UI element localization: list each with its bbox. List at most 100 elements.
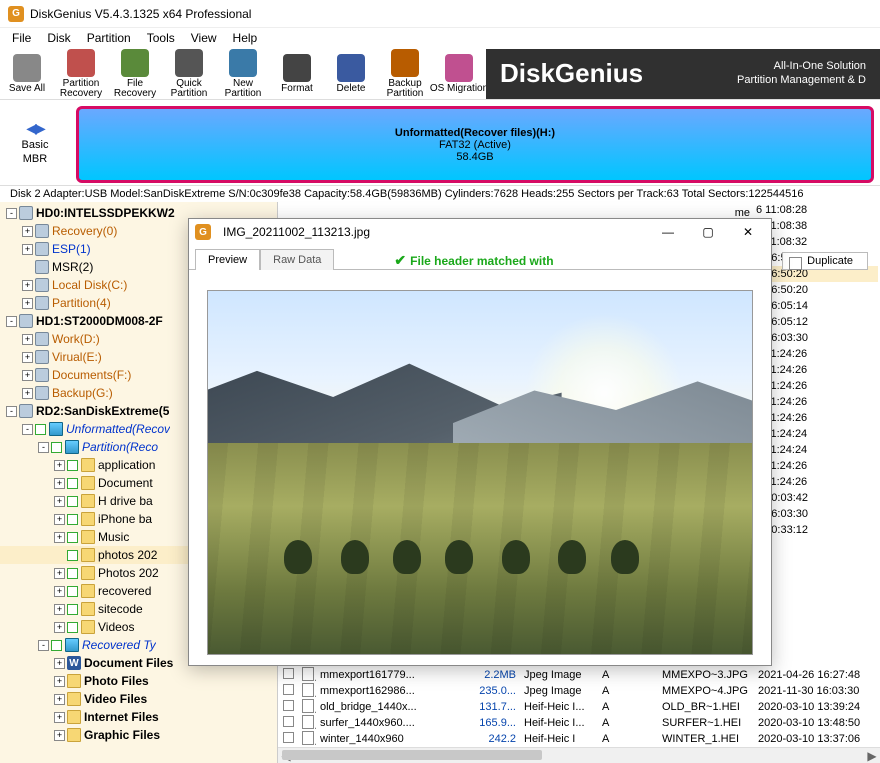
file-row[interactable]: old_bridge_1440x...131.7...Heif-Heic I..… [278,699,880,715]
partition-recovery-button[interactable]: Partition Recovery [54,49,108,99]
nav-arrows[interactable]: ◀▶ [26,120,44,137]
row-checkbox[interactable] [283,732,294,743]
os-migration-button[interactable]: OS Migration [432,49,486,99]
expand-icon[interactable]: + [22,226,33,237]
tree-item[interactable]: +Video Files [0,690,277,708]
preview-image [207,290,753,655]
file-type: Jpeg Image [520,669,598,681]
expand-icon[interactable]: + [54,730,65,741]
tree-item[interactable]: +Photo Files [0,672,277,690]
expand-icon[interactable]: + [54,712,65,723]
close-button[interactable]: ✕ [731,222,765,242]
file-row[interactable]: mmexport162986...235.0...Jpeg ImageAMMEX… [278,683,880,699]
tree-label: Documents(F:) [52,368,131,382]
tree-checkbox[interactable] [67,496,78,507]
file-shortname: SURFER~1.HEI [658,717,754,729]
save-all-icon [13,54,41,82]
expand-icon[interactable]: + [54,568,65,579]
menu-tools[interactable]: Tools [141,29,181,47]
expand-icon[interactable]: + [22,370,33,381]
tree-checkbox[interactable] [67,514,78,525]
folder-icon [81,494,95,508]
menu-view[interactable]: View [185,29,223,47]
menu-partition[interactable]: Partition [81,29,137,47]
tree-checkbox[interactable] [67,622,78,633]
format-button[interactable]: Format [270,49,324,99]
file-recovery-button[interactable]: File Recovery [108,49,162,99]
expand-icon[interactable]: + [22,334,33,345]
expand-icon[interactable]: - [6,406,17,417]
folder-icon [67,674,81,688]
expand-icon[interactable]: + [54,658,65,669]
tree-label: Internet Files [84,710,159,724]
tree-checkbox[interactable] [35,424,46,435]
file-name: winter_1440x960 [316,733,466,745]
partition-block[interactable]: Unformatted(Recover files)(H:) FAT32 (Ac… [76,106,874,183]
tree-label: Unformatted(Recov [66,422,170,436]
expand-icon[interactable]: - [6,316,17,327]
tree-item[interactable]: +Graphic Files [0,726,277,744]
minimize-button[interactable]: — [651,222,685,242]
row-checkbox[interactable] [283,700,294,711]
expand-icon[interactable]: + [54,622,65,633]
expand-icon[interactable]: + [54,676,65,687]
tree-label: sitecode [98,602,143,616]
expand-icon[interactable]: + [22,280,33,291]
delete-button[interactable]: Delete [324,49,378,99]
expand-icon[interactable]: + [54,532,65,543]
backup-partition-button[interactable]: Backup Partition [378,49,432,99]
row-checkbox[interactable] [283,684,294,695]
tree-checkbox[interactable] [67,478,78,489]
scroll-right-icon[interactable]: ▶ [864,748,880,763]
expand-icon[interactable]: + [54,460,65,471]
tree-checkbox[interactable] [51,640,62,651]
expand-icon[interactable]: + [54,694,65,705]
duplicate-button[interactable]: Duplicate [782,252,868,270]
tree-checkbox[interactable] [67,604,78,615]
save-all-button[interactable]: Save All [0,49,54,99]
expand-icon[interactable]: + [22,244,33,255]
expand-icon[interactable]: + [54,604,65,615]
quick-partition-button[interactable]: Quick Partition [162,49,216,99]
folder-icon [81,458,95,472]
preview-body [189,269,771,665]
menu-file[interactable]: File [6,29,37,47]
date-cell[interactable]: 6 11:08:28 [752,202,878,218]
scroll-thumb[interactable] [282,750,542,760]
expand-icon[interactable]: + [22,388,33,399]
expand-icon[interactable]: - [22,424,33,435]
file-recovery-icon [121,49,149,77]
expand-icon[interactable]: + [54,478,65,489]
menu-disk[interactable]: Disk [41,29,76,47]
preview-titlebar[interactable]: G IMG_20211002_113213.jpg — ▢ ✕ [189,219,771,245]
menu-help[interactable]: Help [227,29,264,47]
file-row[interactable]: mmexport161779...2.2MBJpeg ImageAMMEXPO~… [278,667,880,683]
expand-icon[interactable]: - [38,640,49,651]
tab-raw-data[interactable]: Raw Data [260,249,334,270]
horizontal-scrollbar[interactable]: ◀ ▶ [278,747,880,763]
row-checkbox[interactable] [283,668,294,679]
tree-checkbox[interactable] [67,586,78,597]
tab-preview[interactable]: Preview [195,249,260,270]
tree-checkbox[interactable] [67,550,78,561]
tree-item[interactable]: + Internet Files [0,708,277,726]
file-row[interactable]: surfer_1440x960....165.9...Heif-Heic I..… [278,715,880,731]
expand-icon[interactable]: + [22,298,33,309]
expand-icon[interactable]: - [38,442,49,453]
expand-icon[interactable]: + [54,586,65,597]
file-type: Heif-Heic I... [520,701,598,713]
file-row[interactable]: winter_1440x960242.2Heif-Heic IAWINTER_1… [278,731,880,747]
tree-checkbox[interactable] [67,532,78,543]
new-partition-button[interactable]: New Partition [216,49,270,99]
tree-checkbox[interactable] [51,442,62,453]
row-checkbox[interactable] [283,716,294,727]
check-icon: ✔ [394,252,406,269]
tree-checkbox[interactable] [67,460,78,471]
maximize-button[interactable]: ▢ [691,222,725,242]
expand-icon[interactable]: - [6,208,17,219]
expand-icon[interactable]: + [54,496,65,507]
tree-label: H drive ba [98,494,153,508]
expand-icon[interactable]: + [22,352,33,363]
tree-checkbox[interactable] [67,568,78,579]
expand-icon[interactable]: + [54,514,65,525]
